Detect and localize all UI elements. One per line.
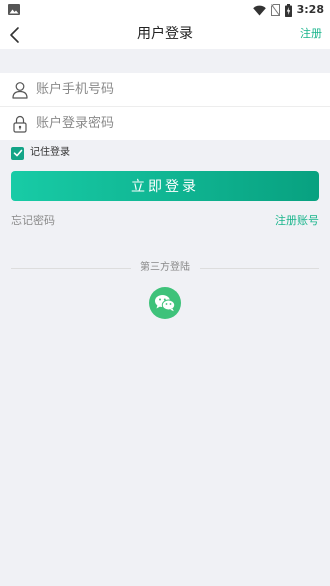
remember-login-checkbox[interactable]: 记住登录 [11, 146, 70, 160]
status-time: 3:28 [296, 3, 324, 16]
lock-icon [13, 115, 27, 133]
user-icon [12, 82, 28, 99]
remember-login-label: 记住登录 [30, 147, 70, 158]
checkbox-checked-icon[interactable] [11, 146, 24, 160]
divider-right [200, 268, 319, 269]
password-input[interactable] [36, 111, 316, 135]
register-account-link[interactable]: 注册账号 [275, 213, 319, 229]
login-form [0, 73, 330, 140]
status-bar: 3:28 [0, 0, 330, 20]
password-row [0, 107, 330, 140]
phone-row [0, 73, 330, 107]
no-sim-icon [270, 4, 280, 16]
wifi-icon [252, 5, 266, 15]
image-icon [8, 4, 20, 15]
navbar: 用户登录 注册 [0, 20, 330, 49]
phone-input[interactable] [36, 77, 316, 101]
wechat-login-button[interactable] [149, 287, 181, 319]
page-title: 用户登录 [137, 26, 193, 42]
login-button[interactable]: 立即登录 [11, 171, 319, 201]
battery-charging-icon [284, 3, 292, 17]
status-icons: 3:28 [252, 3, 324, 17]
wechat-icon [155, 295, 176, 312]
forgot-password-link[interactable]: 忘记密码 [11, 213, 55, 229]
register-button[interactable]: 注册 [300, 26, 322, 42]
